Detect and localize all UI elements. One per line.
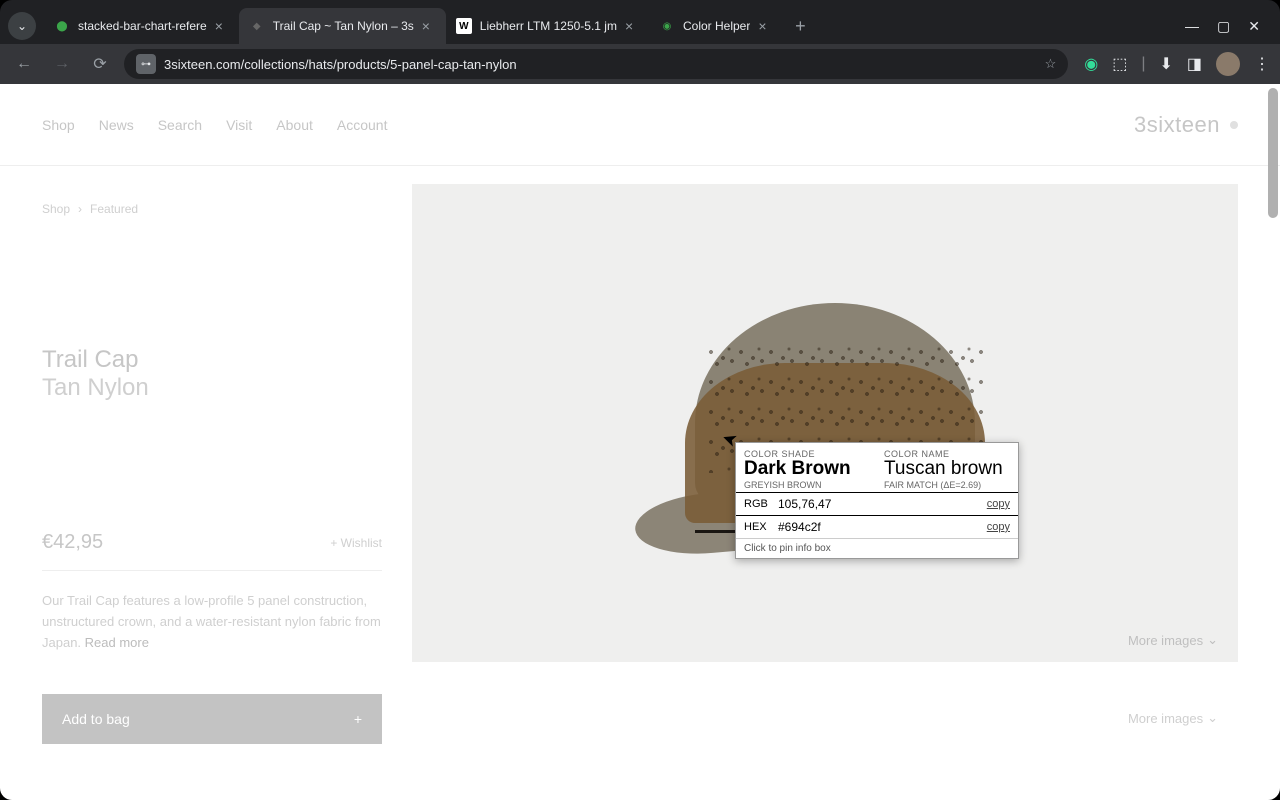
tab-title: Liebherr LTM 1250-5.1 jm — [480, 19, 617, 33]
tab-title: stacked-bar-chart-refere — [78, 19, 207, 33]
cart-indicator-icon[interactable] — [1230, 121, 1238, 129]
copy-hex-button[interactable]: copy — [987, 521, 1010, 533]
more-images-button-2[interactable]: More images ⌄ — [1128, 710, 1218, 726]
browser-tab-0[interactable]: ⬤ stacked-bar-chart-refere × — [44, 8, 239, 44]
chevron-right-icon: › — [78, 202, 82, 216]
extensions-icon[interactable]: ⬚ — [1112, 54, 1127, 74]
nav-visit[interactable]: Visit — [226, 117, 252, 133]
close-icon[interactable]: × — [422, 19, 436, 33]
menu-dots-icon[interactable]: ⋮ — [1254, 54, 1270, 74]
nav-account[interactable]: Account — [337, 117, 388, 133]
favicon-extension-icon: ◉ — [659, 18, 675, 34]
breadcrumb: Shop › Featured — [42, 202, 382, 216]
bookmark-star-icon[interactable]: ☆ — [1045, 56, 1057, 72]
title-line1: Trail Cap — [42, 346, 382, 374]
browser-toolbar: ← → ⟳ ⊶ 3sixteen.com/collections/hats/pr… — [0, 44, 1280, 84]
price: €42,95 — [42, 531, 103, 554]
product-info-panel: Shop › Featured Trail Cap Tan Nylon €42,… — [42, 166, 382, 800]
plus-icon: + — [354, 711, 362, 727]
forward-button[interactable]: → — [48, 50, 76, 78]
rgb-label: RGB — [744, 498, 778, 510]
nav-shop[interactable]: Shop — [42, 117, 75, 133]
breadcrumb-shop[interactable]: Shop — [42, 202, 70, 216]
name-value: Tuscan brown — [884, 459, 1010, 480]
downloads-icon[interactable]: ⬇ — [1159, 54, 1172, 74]
profile-avatar[interactable] — [1216, 52, 1240, 76]
pin-hint: Click to pin info box — [736, 538, 1018, 558]
copy-rgb-button[interactable]: copy — [987, 498, 1010, 510]
new-tab-button[interactable]: + — [786, 12, 814, 40]
rgb-value: 105,76,47 — [778, 497, 987, 511]
hex-value: #694c2f — [778, 520, 987, 534]
more-images-label: More images — [1128, 633, 1203, 648]
browser-window: ⌄ ⬤ stacked-bar-chart-refere × ◆ Trail C… — [0, 0, 1280, 800]
close-icon[interactable]: × — [625, 19, 639, 33]
color-helper-popup[interactable]: COLOR SHADE Dark Brown GREYISH BROWN COL… — [735, 442, 1019, 559]
add-to-bag-label: Add to bag — [62, 711, 130, 727]
product-description: Our Trail Cap features a low-profile 5 p… — [42, 591, 382, 653]
add-to-bag-button[interactable]: Add to bag + — [42, 694, 382, 744]
read-more-link[interactable]: Read more — [85, 635, 149, 650]
nav-about[interactable]: About — [276, 117, 313, 133]
product-title: Trail Cap Tan Nylon — [42, 346, 382, 401]
product-gallery: ➤ COLOR SHADE Dark Brown GREYISH BROWN C… — [412, 166, 1238, 800]
more-images-label: More images — [1128, 711, 1203, 726]
site-header: Shop News Search Visit About Account 3si… — [0, 84, 1280, 166]
chevron-down-icon: ⌄ — [1207, 710, 1218, 726]
wishlist-button[interactable]: + Wishlist — [330, 536, 382, 550]
tab-title: Color Helper — [683, 19, 750, 33]
favicon-site-icon: ◆ — [249, 18, 265, 34]
shade-value: Dark Brown — [744, 459, 870, 480]
nav-search[interactable]: Search — [158, 117, 202, 133]
more-images-button[interactable]: More images ⌄ — [1128, 632, 1218, 648]
browser-tab-2[interactable]: W Liebherr LTM 1250-5.1 jm × — [446, 8, 649, 44]
tab-search-button[interactable]: ⌄ — [8, 12, 36, 40]
extension-colorhelper-icon[interactable]: ◉ — [1084, 54, 1098, 74]
minimize-icon[interactable]: — — [1185, 18, 1199, 35]
logo-text: 3sixteen — [1134, 112, 1220, 138]
sidepanel-icon[interactable]: ◨ — [1187, 54, 1202, 74]
shade-sub: GREYISH BROWN — [744, 480, 870, 490]
tab-title: Trail Cap ~ Tan Nylon – 3s — [273, 19, 414, 33]
address-bar[interactable]: ⊶ 3sixteen.com/collections/hats/products… — [124, 49, 1068, 79]
scrollbar-thumb[interactable] — [1268, 88, 1278, 218]
breadcrumb-featured[interactable]: Featured — [90, 202, 138, 216]
brand-logo[interactable]: 3sixteen — [1134, 112, 1238, 138]
tab-bar: ⌄ ⬤ stacked-bar-chart-refere × ◆ Trail C… — [0, 0, 1280, 44]
product-image[interactable]: ➤ COLOR SHADE Dark Brown GREYISH BROWN C… — [412, 184, 1238, 662]
favicon-wikipedia-icon: W — [456, 18, 472, 34]
back-button[interactable]: ← — [10, 50, 38, 78]
favicon-leaf-icon: ⬤ — [54, 18, 70, 34]
nav-news[interactable]: News — [99, 117, 134, 133]
close-icon[interactable]: × — [758, 19, 772, 33]
chevron-down-icon: ⌄ — [1207, 632, 1218, 648]
hex-label: HEX — [744, 521, 778, 533]
url-text: 3sixteen.com/collections/hats/products/5… — [164, 57, 1037, 72]
name-sub: FAIR MATCH (ΔE=2.69) — [884, 480, 1010, 490]
reload-button[interactable]: ⟳ — [86, 50, 114, 78]
browser-tab-3[interactable]: ◉ Color Helper × — [649, 8, 782, 44]
site-info-icon[interactable]: ⊶ — [136, 54, 156, 74]
browser-tab-1[interactable]: ◆ Trail Cap ~ Tan Nylon – 3s × — [239, 8, 446, 44]
close-window-icon[interactable]: ✕ — [1248, 18, 1260, 35]
maximize-icon[interactable]: ▢ — [1217, 18, 1230, 35]
title-line2: Tan Nylon — [42, 374, 382, 402]
main-nav: Shop News Search Visit About Account — [42, 117, 387, 133]
close-icon[interactable]: × — [215, 19, 229, 33]
page-viewport: Shop News Search Visit About Account 3si… — [0, 84, 1280, 800]
